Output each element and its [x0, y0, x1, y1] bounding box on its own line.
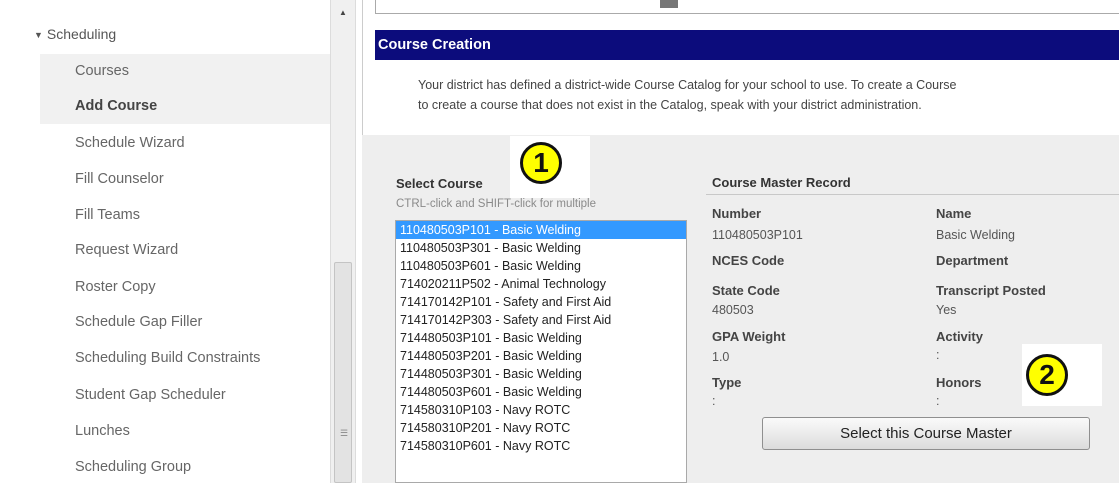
nav-item-lunches[interactable]: Lunches	[40, 414, 330, 449]
course-option[interactable]: 714020211P502 - Animal Technology	[396, 275, 686, 293]
top-input-button[interactable]	[660, 0, 678, 8]
honors-value: :	[936, 394, 940, 408]
top-input-field[interactable]	[375, 0, 1119, 14]
sidebar-scrollbar[interactable]: ▲ ☰	[330, 0, 356, 483]
gpa-weight-value: 1.0	[712, 350, 730, 364]
nav-item-scheduling-build-constraints[interactable]: Scheduling Build Constraints	[40, 341, 330, 376]
name-value: Basic Welding	[936, 228, 1015, 242]
course-master-record-title: Course Master Record	[712, 175, 851, 190]
course-option[interactable]: 714480503P201 - Basic Welding	[396, 347, 686, 365]
nav-section-label: Scheduling	[46, 26, 117, 42]
nav-item-schedule-wizard[interactable]: Schedule Wizard	[40, 126, 330, 161]
course-option[interactable]: 714480503P601 - Basic Welding	[396, 383, 686, 401]
state-code-label: State Code	[712, 283, 780, 298]
nces-code-label: NCES Code	[712, 253, 785, 268]
callout-1-backdrop: 1	[510, 136, 590, 198]
panel-title: Course Creation	[375, 30, 1119, 60]
nav-item-schedule-gap-filler[interactable]: Schedule Gap Filler	[40, 305, 330, 340]
nav-item-student-gap-scheduler[interactable]: Student Gap Scheduler	[40, 378, 330, 413]
callout-number-1: 1	[520, 142, 562, 184]
course-option[interactable]: 714580310P201 - Navy ROTC	[396, 419, 686, 437]
scroll-up-arrow-icon[interactable]: ▲	[331, 6, 355, 20]
select-course-master-button[interactable]: Select this Course Master	[762, 417, 1090, 450]
activity-label: Activity	[936, 329, 983, 344]
nav-item-fill-teams[interactable]: Fill Teams	[40, 198, 330, 233]
nav-item-fill-counselor[interactable]: Fill Counselor	[40, 162, 330, 197]
caret-down-icon: ▼	[34, 30, 43, 40]
course-creation-header-area: Course Creation Your district has define…	[362, 0, 1119, 135]
notice-line-1: Your district has defined a district-wid…	[418, 78, 957, 92]
name-label: Name	[936, 206, 972, 221]
catalog-notice: Your district has defined a district-wid…	[418, 75, 1118, 115]
nav-item-scheduling-group[interactable]: Scheduling Group	[40, 450, 330, 483]
callout-number-2: 2	[1026, 354, 1068, 396]
number-label: Number	[712, 206, 762, 221]
number-value: 110480503P101	[712, 228, 803, 242]
type-value: :	[712, 394, 716, 408]
notice-line-2: to create a course that does not exist i…	[418, 98, 922, 112]
main-panel: Course Creation Your district has define…	[362, 0, 1119, 483]
callout-2-backdrop: 2	[1022, 344, 1102, 406]
course-option[interactable]: 110480503P301 - Basic Welding	[396, 239, 686, 257]
scrollbar-thumb[interactable]: ☰	[334, 262, 352, 483]
course-listbox[interactable]: 110480503P101 - Basic Welding 110480503P3…	[395, 220, 687, 483]
gpa-weight-label: GPA Weight	[712, 329, 786, 344]
nav-item-add-course[interactable]: Add Course	[40, 89, 330, 124]
course-option[interactable]: 714580310P601 - Navy ROTC	[396, 437, 686, 455]
transcript-posted-label: Transcript Posted	[936, 283, 1046, 298]
transcript-posted-value: Yes	[936, 303, 957, 317]
type-label: Type	[712, 375, 742, 390]
sidebar: ▼ Scheduling Courses Add Course Schedule …	[0, 0, 330, 483]
course-option[interactable]: 110480503P101 - Basic Welding	[396, 221, 686, 239]
grip-icon: ☰	[340, 428, 349, 438]
course-option[interactable]: 714480503P301 - Basic Welding	[396, 365, 686, 383]
nav-item-roster-copy[interactable]: Roster Copy	[40, 270, 330, 305]
course-option[interactable]: 714170142P101 - Safety and First Aid	[396, 293, 686, 311]
department-label: Department	[936, 253, 1009, 268]
nav-section-scheduling[interactable]: ▼ Scheduling	[34, 26, 116, 42]
state-code-value: 480503	[712, 303, 754, 317]
nav-item-courses[interactable]: Courses	[40, 54, 330, 89]
nav-item-request-wizard[interactable]: Request Wizard	[40, 233, 330, 268]
select-course-title: Select Course	[396, 176, 483, 191]
course-option[interactable]: 110480503P601 - Basic Welding	[396, 257, 686, 275]
honors-label: Honors	[936, 375, 982, 390]
course-option[interactable]: 714170142P303 - Safety and First Aid	[396, 311, 686, 329]
course-option[interactable]: 714580310P103 - Navy ROTC	[396, 401, 686, 419]
multi-select-hint: CTRL-click and SHIFT-click for multiple	[396, 198, 597, 210]
record-divider	[706, 194, 1119, 195]
activity-value: :	[936, 348, 940, 362]
course-option[interactable]: 714480503P101 - Basic Welding	[396, 329, 686, 347]
